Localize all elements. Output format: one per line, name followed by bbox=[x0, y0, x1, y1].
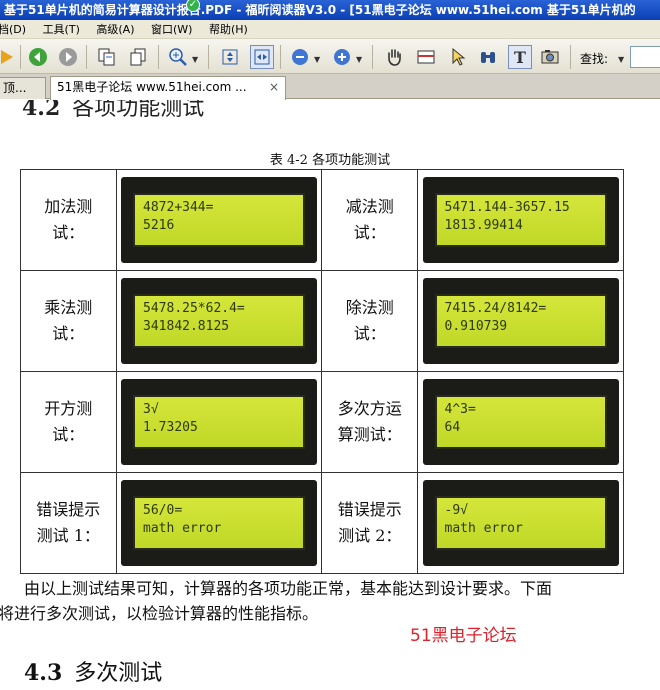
lcd-photo-cell: 4872+344= 5216 bbox=[115, 169, 323, 271]
window-title: 基于51单片机的简易计算器设计报告.PDF - 福昕阅读器V3.0 - [51黑… bbox=[4, 3, 636, 17]
lcd-photo: 5478.25*62.4= 341842.8125 bbox=[121, 278, 318, 364]
fit-width-icon[interactable] bbox=[250, 45, 274, 69]
lcd-screen: 4872+344= 5216 bbox=[133, 193, 306, 247]
menu-bar: 档(D) 工具(T) 高级(A) 窗口(W) 帮助(H) bbox=[0, 20, 660, 39]
close-icon[interactable]: × bbox=[269, 77, 279, 97]
text-select-icon[interactable]: T bbox=[508, 45, 532, 69]
lcd-screen: 7415.24/8142= 0.910739 bbox=[434, 294, 607, 348]
lcd-photo: 4872+344= 5216 bbox=[121, 177, 318, 263]
zoom-plus-icon[interactable] bbox=[330, 45, 354, 69]
hand-tool-icon[interactable] bbox=[382, 45, 406, 69]
zoom-dropdown-icon[interactable]: ▼ bbox=[192, 55, 198, 64]
find-input[interactable] bbox=[630, 46, 660, 68]
toolbar-separator bbox=[20, 45, 21, 69]
menu-item-window[interactable]: 窗口(W) bbox=[151, 20, 192, 39]
toolbar-separator bbox=[280, 45, 281, 69]
lcd-photo: 7415.24/8142= 0.910739 bbox=[422, 278, 619, 364]
test-label-cell: 加法测 试： bbox=[20, 169, 117, 271]
menu-item-document[interactable]: 档(D) bbox=[0, 20, 26, 39]
back-icon[interactable] bbox=[26, 45, 50, 69]
tab-label: 顶... bbox=[3, 81, 27, 95]
image-camera-icon[interactable] bbox=[538, 45, 562, 69]
function-test-table: 加法测 试： 4872+344= 5216 减法测 试： 5471.144-3657.… bbox=[20, 169, 624, 574]
lcd-photo-cell: -9√ math error bbox=[417, 472, 624, 574]
test-label-cell: 错误提示 测试 2： bbox=[321, 472, 419, 574]
toolbar: ▼ ▼ ▼ T 查找: ▼ bbox=[0, 39, 660, 74]
lcd-screen: 5471.144-3657.15 1813.99414 bbox=[434, 193, 607, 247]
table-row: 开方测 试： 3√ 1.73205 多次方运 算测试： 4^3= 64 bbox=[20, 371, 624, 473]
copy-page-icon[interactable] bbox=[95, 45, 119, 69]
find-dropdown-icon[interactable]: ▼ bbox=[618, 55, 624, 64]
menu-item-advanced[interactable]: 高级(A) bbox=[96, 20, 134, 39]
site-watermark: 51黑电子论坛 bbox=[410, 626, 517, 646]
toolbar-separator bbox=[86, 45, 87, 69]
tab-label: 51黑电子论坛 www.51hei.com ... bbox=[57, 80, 247, 94]
document-view[interactable]: 4.2 各项功能测试 表 4-2 各项功能测试 加法测 试： 4872+344= 52… bbox=[0, 100, 660, 690]
lcd-screen: 4^3= 64 bbox=[434, 395, 607, 449]
lcd-photo: 5471.144-3657.15 1813.99414 bbox=[422, 177, 619, 263]
lcd-photo-cell: 4^3= 64 bbox=[417, 371, 624, 473]
test-label-cell: 开方测 试： bbox=[20, 371, 117, 473]
tab-current-document[interactable]: 51黑电子论坛 www.51hei.com ... × bbox=[50, 76, 286, 100]
play-arrow-icon[interactable] bbox=[0, 45, 18, 69]
test-label-cell: 减法测 试： bbox=[321, 169, 419, 271]
forward-icon[interactable] bbox=[56, 45, 80, 69]
lcd-photo-cell: 3√ 1.73205 bbox=[115, 371, 323, 473]
lcd-photo: -9√ math error bbox=[422, 480, 619, 566]
toolbar-separator bbox=[570, 45, 571, 69]
section-number: 4.2 bbox=[22, 100, 61, 121]
lcd-screen: 5478.25*62.4= 341842.8125 bbox=[133, 294, 306, 348]
section-title: 各项功能测试 bbox=[72, 100, 205, 121]
snapshot-tool-icon[interactable] bbox=[414, 45, 438, 69]
lcd-screen: 56/0= math error bbox=[133, 496, 306, 550]
lcd-screen: 3√ 1.73205 bbox=[133, 395, 306, 449]
test-label-cell: 乘法测 试： bbox=[20, 270, 117, 372]
lcd-photo: 3√ 1.73205 bbox=[121, 379, 318, 465]
toolbar-separator bbox=[372, 45, 373, 69]
zoom-out-dropdown-icon[interactable]: ▼ bbox=[314, 55, 320, 64]
section-heading-4-2: 4.2 各项功能测试 bbox=[22, 100, 204, 122]
zoom-out-icon[interactable] bbox=[288, 45, 312, 69]
section-heading-4-3: 4.3 多次测试 bbox=[24, 655, 162, 687]
menu-item-tools[interactable]: 工具(T) bbox=[43, 20, 80, 39]
tab-bar: 顶... 51黑电子论坛 www.51hei.com ... × bbox=[0, 74, 660, 100]
zoom-in-icon[interactable] bbox=[166, 45, 190, 69]
test-label-cell: 除法测 试： bbox=[321, 270, 419, 372]
table-caption: 表 4-2 各项功能测试 bbox=[269, 153, 391, 168]
section-title: 多次测试 bbox=[74, 661, 163, 686]
paste-page-icon[interactable] bbox=[127, 45, 151, 69]
lcd-photo-cell: 7415.24/8142= 0.910739 bbox=[417, 270, 624, 372]
find-label: 查找: bbox=[580, 52, 609, 66]
tab-previous-document[interactable]: 顶... bbox=[0, 77, 46, 99]
body-paragraph-line-2: 将进行多次测试，以检验计算器的性能指标。 bbox=[0, 604, 319, 623]
fit-page-icon[interactable] bbox=[218, 45, 242, 69]
table-row: 加法测 试： 4872+344= 5216 减法测 试： 5471.144-3657.… bbox=[20, 169, 624, 271]
lcd-photo-cell: 5471.144-3657.15 1813.99414 bbox=[417, 169, 624, 271]
menu-item-help[interactable]: 帮助(H) bbox=[209, 20, 248, 39]
table-row: 错误提示 测试 1： 56/0= math error 错误提示 测试 2： -9√ m… bbox=[20, 472, 624, 574]
test-label-cell: 错误提示 测试 1： bbox=[20, 472, 117, 574]
binoculars-icon[interactable] bbox=[476, 45, 500, 69]
section-number: 4.3 bbox=[24, 660, 63, 686]
lcd-screen: -9√ math error bbox=[434, 496, 607, 550]
zoom-plus-dropdown-icon[interactable]: ▼ bbox=[356, 55, 362, 64]
toolbar-separator bbox=[158, 45, 159, 69]
test-label-cell: 多次方运 算测试： bbox=[321, 371, 419, 473]
table-row: 乘法测 试： 5478.25*62.4= 341842.8125 除法测 试： 741… bbox=[20, 270, 624, 372]
lcd-photo-cell: 56/0= math error bbox=[115, 472, 323, 574]
toolbar-separator bbox=[208, 45, 209, 69]
select-arrow-icon[interactable] bbox=[446, 45, 470, 69]
lcd-photo: 4^3= 64 bbox=[422, 379, 619, 465]
lcd-photo-cell: 5478.25*62.4= 341842.8125 bbox=[115, 270, 323, 372]
body-paragraph-line-1: 由以上测试结果可知，计算器的各项功能正常，基本能达到设计要求。下面 bbox=[24, 579, 553, 598]
lcd-photo: 56/0= math error bbox=[121, 480, 318, 566]
svg-text:T: T bbox=[514, 48, 526, 67]
window-titlebar: 基于51单片机的简易计算器设计报告.PDF - 福昕阅读器V3.0 - [51黑… bbox=[0, 0, 660, 20]
